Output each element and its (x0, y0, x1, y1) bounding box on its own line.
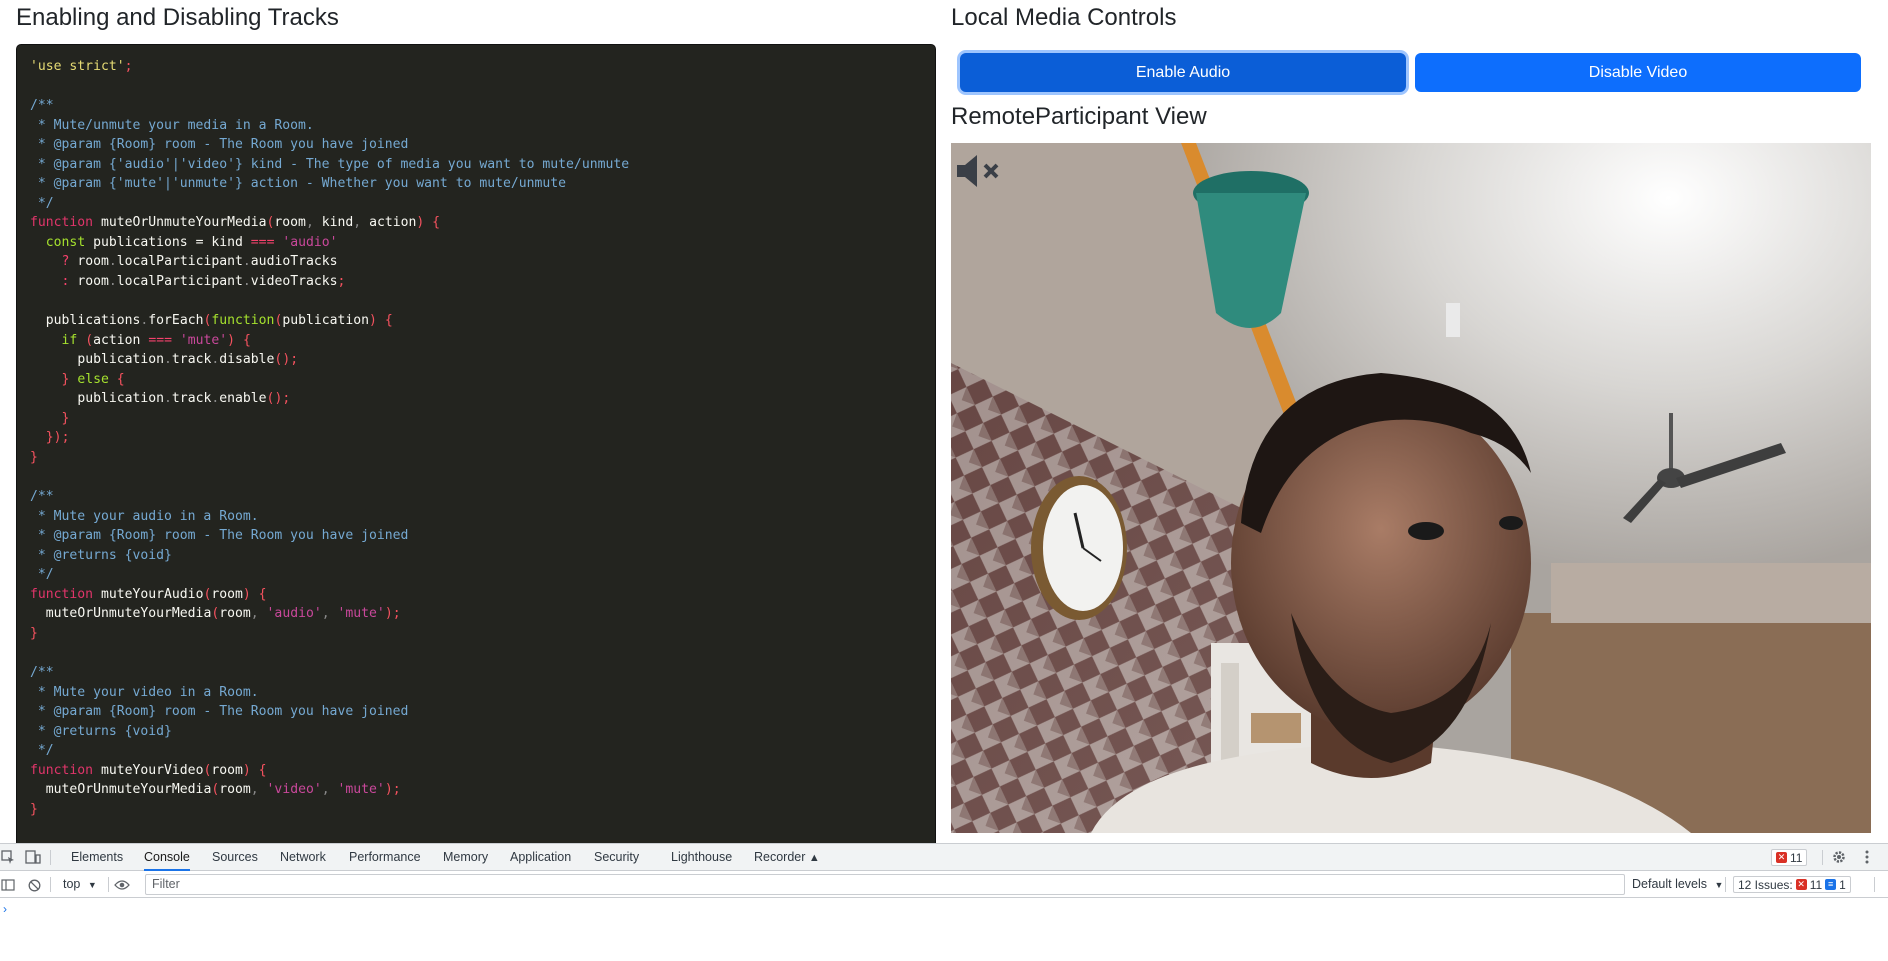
issues-counter[interactable]: 12 Issues: ✕ 11 ≡ 1 (1733, 876, 1851, 893)
sidebar-toggle-icon[interactable] (0, 877, 16, 893)
log-levels-dropdown[interactable]: Default levels ▼ (1632, 871, 1723, 898)
tab-security[interactable]: Security (594, 844, 639, 871)
console-filter-input[interactable]: Filter (145, 874, 1625, 895)
log-levels-label: Default levels (1632, 877, 1708, 891)
code-text: 'use strict'; /** * Mute/unmute your med… (30, 59, 630, 817)
media-controls: Enable Audio Disable Video (960, 53, 1871, 93)
tab-sources[interactable]: Sources (212, 844, 258, 871)
tab-lighthouse[interactable]: Lighthouse (671, 844, 732, 871)
error-count: 11 (1790, 850, 1803, 865)
tab-elements[interactable]: Elements (71, 844, 123, 871)
tab-console[interactable]: Console (144, 844, 190, 871)
controls-section-title: Local Media Controls (951, 4, 1177, 31)
inspect-element-icon[interactable] (0, 849, 16, 865)
devtools-panel: Elements Console Sources Network Perform… (0, 843, 1888, 961)
device-toolbar-icon[interactable] (24, 849, 42, 865)
settings-gear-icon[interactable] (1831, 849, 1847, 865)
enable-audio-button[interactable]: Enable Audio (960, 53, 1406, 92)
code-column: Enabling and Disabling Tracks 'use stric… (16, 0, 936, 844)
toolbar-divider (50, 877, 51, 892)
toolbar-divider (1725, 877, 1726, 892)
disable-video-button[interactable]: Disable Video (1415, 53, 1861, 92)
tab-recorder-label: Recorder (754, 850, 806, 864)
dropdown-arrow-icon: ▼ (1714, 880, 1724, 890)
tab-memory[interactable]: Memory (443, 844, 488, 871)
context-value: top (63, 877, 81, 891)
issues-error-count: 11 (1809, 877, 1823, 892)
video-frame (951, 143, 1871, 833)
media-column: Local Media Controls Enable Audio Disabl… (951, 0, 1871, 843)
issues-label: 12 Issues: (1738, 877, 1793, 892)
error-counter[interactable]: ✕ 11 (1771, 849, 1808, 866)
dropdown-arrow-icon: ▼ (87, 880, 97, 890)
tab-recorder[interactable]: Recorder ▲ (754, 844, 820, 871)
toolbar-divider (108, 877, 109, 892)
tab-application[interactable]: Application (510, 844, 571, 871)
console-prompt[interactable]: › (3, 902, 7, 916)
console-toolbar: top ▼ Filter Default levels ▼ 12 Issues:… (0, 871, 1888, 898)
page: Enabling and Disabling Tracks 'use stric… (0, 0, 1888, 844)
live-expression-eye-icon[interactable] (113, 877, 131, 893)
flask-icon: ▲ (808, 852, 820, 864)
more-options-icon[interactable] (1860, 849, 1874, 865)
context-selector[interactable]: top ▼ (63, 871, 97, 898)
tab-performance[interactable]: Performance (349, 844, 421, 871)
toolbar-divider (50, 850, 51, 865)
clear-console-icon[interactable] (26, 877, 42, 893)
toolbar-divider (1874, 877, 1875, 892)
error-icon: ✕ (1795, 879, 1807, 890)
error-icon: ✕ (1776, 852, 1787, 863)
issues-info-count: 1 (1839, 877, 1846, 892)
devtools-tab-bar: Elements Console Sources Network Perform… (0, 844, 1888, 871)
info-icon: ≡ (1825, 879, 1837, 890)
remote-participant-video[interactable] (951, 143, 1871, 833)
remote-participant-title: RemoteParticipant View (951, 103, 1207, 130)
toolbar-divider (1822, 850, 1823, 865)
tab-network[interactable]: Network (280, 844, 326, 871)
code-section-title: Enabling and Disabling Tracks (16, 4, 339, 31)
speaker-muted-icon (953, 151, 1013, 191)
code-block[interactable]: 'use strict'; /** * Mute/unmute your med… (16, 44, 936, 844)
